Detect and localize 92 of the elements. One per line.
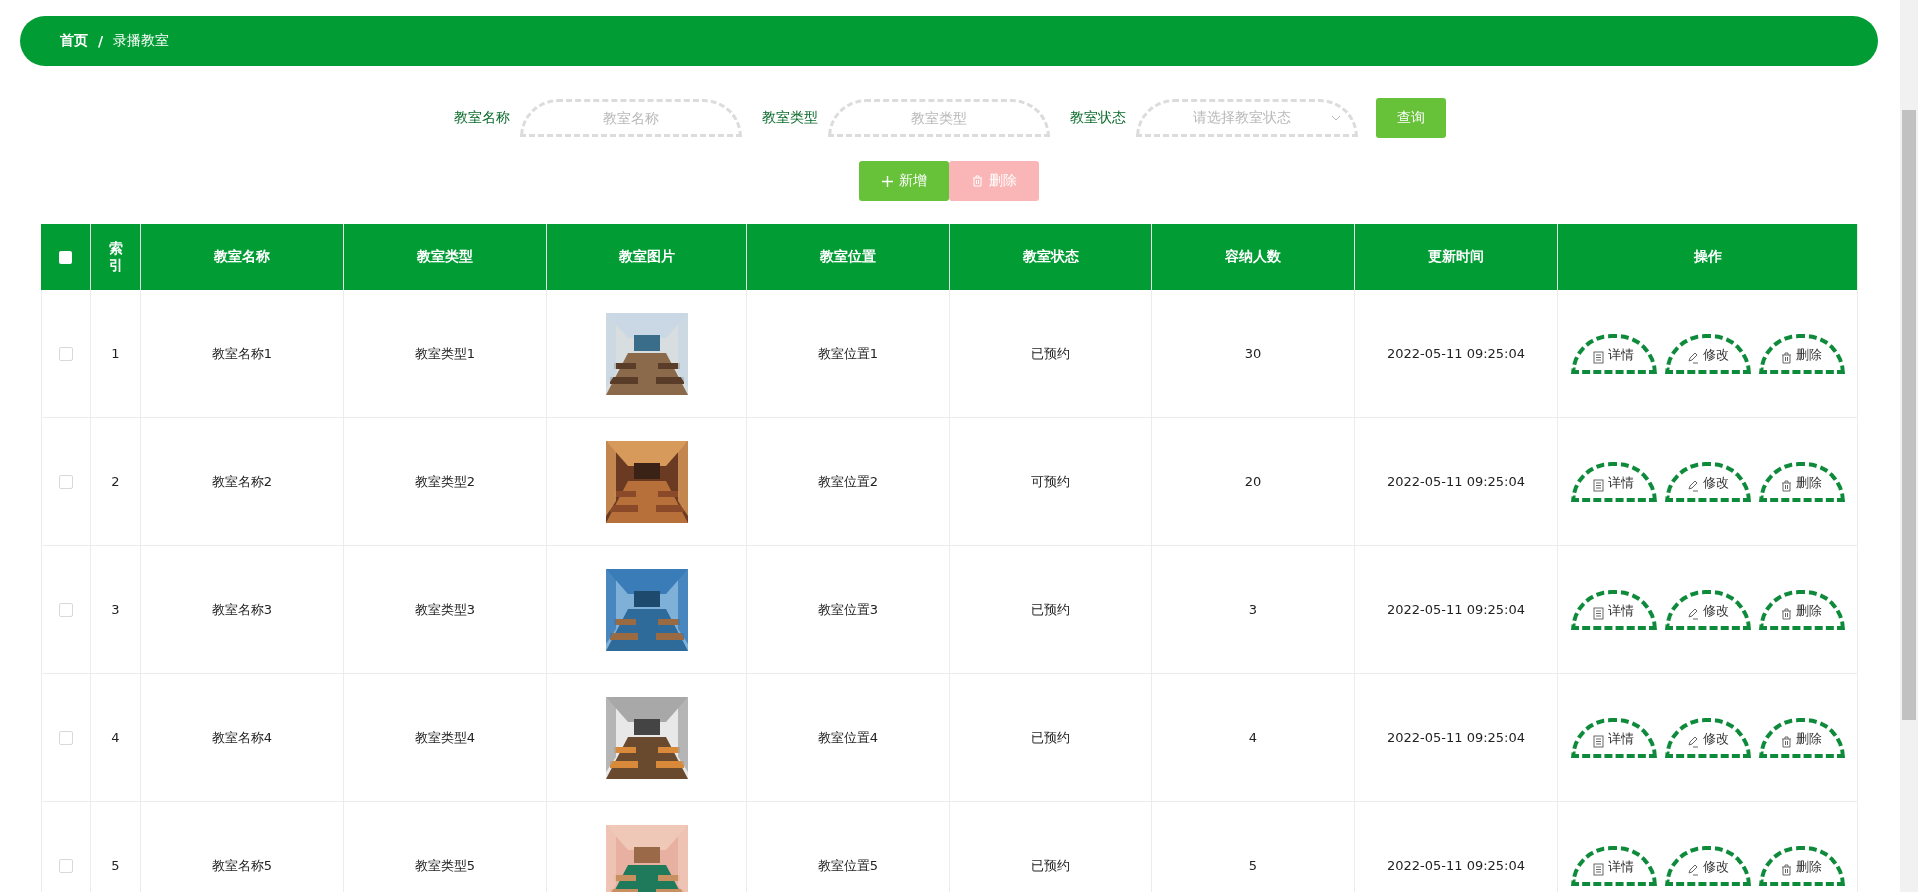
row-checkbox[interactable]	[59, 858, 73, 873]
field-label: 教室类型	[762, 109, 818, 127]
field-label: 教室名称	[454, 109, 510, 127]
trash-icon	[1781, 351, 1792, 364]
edit-button[interactable]: 修改	[1664, 461, 1751, 502]
table-cell: 30	[1244, 346, 1262, 361]
document-icon	[1593, 350, 1604, 364]
column-header: 教室状态	[950, 224, 1152, 290]
column-header: 索引	[108, 240, 123, 274]
detail-button[interactable]: 详情	[1570, 589, 1657, 630]
edit-button[interactable]: 修改	[1664, 333, 1751, 374]
column-header: 操作	[1558, 224, 1858, 290]
table-cell: 教室位置4	[817, 728, 879, 747]
pencil-icon	[1686, 734, 1699, 748]
table-cell: 教室位置1	[817, 344, 879, 363]
table-cell: 教室类型3	[414, 600, 476, 619]
table-cell: 2022-05-11 09:25:04	[1386, 346, 1526, 361]
column-header: 教室类型	[344, 224, 547, 290]
delete-button[interactable]: 删除	[1758, 333, 1845, 374]
table-cell: 教室类型2	[414, 472, 476, 491]
table-cell: 教室位置2	[817, 472, 879, 491]
table-cell: 已预约	[1031, 856, 1070, 875]
breadcrumb-separator: /	[98, 33, 104, 49]
trash-icon	[971, 175, 983, 187]
field-label: 教室状态	[1070, 109, 1126, 127]
table-cell: 4	[1248, 730, 1258, 745]
table-cell: 5	[111, 858, 120, 873]
table-cell: 已预约	[1031, 600, 1070, 619]
table-cell: 20	[1244, 474, 1262, 489]
row-checkbox[interactable]	[59, 602, 73, 617]
table-cell: 2022-05-11 09:25:04	[1386, 602, 1526, 617]
delete-button[interactable]: 删除	[1758, 717, 1845, 758]
detail-button[interactable]: 详情	[1570, 717, 1657, 758]
table-cell: 2	[111, 474, 120, 489]
table-cell: 4	[111, 730, 120, 745]
table-cell: 教室位置3	[817, 600, 879, 619]
edit-button[interactable]: 修改	[1664, 589, 1751, 630]
document-icon	[1593, 606, 1604, 620]
pencil-icon	[1686, 350, 1699, 364]
delete-button[interactable]: 删除	[1758, 845, 1845, 886]
table-cell: 教室名称1	[211, 344, 273, 363]
pencil-icon	[1686, 606, 1699, 620]
column-header: 教室名称	[141, 224, 344, 290]
table-cell: 已预约	[1031, 344, 1070, 363]
table-cell: 教室位置5	[817, 856, 879, 875]
trash-icon	[1781, 607, 1792, 620]
search-field[interactable]: 教室名称	[520, 99, 742, 137]
trash-icon	[1781, 479, 1792, 492]
table-cell: 1	[111, 346, 120, 361]
table-cell: 3	[1248, 602, 1258, 617]
table-cell: 2022-05-11 09:25:04	[1386, 858, 1526, 873]
edit-button[interactable]: 修改	[1664, 717, 1751, 758]
breadcrumb-item: 录播教室	[113, 32, 170, 50]
column-header: 容纳人数	[1152, 224, 1355, 290]
document-icon	[1593, 862, 1604, 876]
table-cell: 5	[1248, 858, 1258, 873]
chevron-down-icon	[1331, 115, 1341, 121]
pencil-icon	[1686, 862, 1699, 876]
table-cell: 已预约	[1031, 728, 1070, 747]
document-icon	[1593, 734, 1604, 748]
table-cell: 教室名称3	[211, 600, 273, 619]
column-header: 更新时间	[1355, 224, 1558, 290]
delete-button[interactable]: 删除	[1758, 589, 1845, 630]
table-cell: 可预约	[1031, 472, 1070, 491]
breadcrumb-item[interactable]: 首页	[60, 32, 88, 50]
row-checkbox[interactable]	[59, 474, 73, 489]
table-cell: 3	[111, 602, 120, 617]
delete-button[interactable]: 删除	[1758, 461, 1845, 502]
pencil-icon	[1686, 478, 1699, 492]
table-cell: 2022-05-11 09:25:04	[1386, 730, 1526, 745]
table-cell: 教室类型4	[414, 728, 476, 747]
trash-icon	[1781, 863, 1792, 876]
column-header: 教室位置	[747, 224, 950, 290]
edit-button[interactable]: 修改	[1664, 845, 1751, 886]
table-cell: 2022-05-11 09:25:04	[1386, 474, 1526, 489]
plus-icon	[881, 175, 893, 187]
table-cell: 教室名称5	[211, 856, 273, 875]
detail-button[interactable]: 详情	[1570, 461, 1657, 502]
trash-icon	[1781, 735, 1792, 748]
column-header: 教室图片	[547, 224, 747, 290]
search-field[interactable]: 教室类型	[828, 99, 1050, 137]
row-checkbox[interactable]	[59, 730, 73, 745]
table-cell: 教室名称2	[211, 472, 273, 491]
document-icon	[1593, 478, 1604, 492]
table-cell: 教室类型5	[414, 856, 476, 875]
detail-button[interactable]: 详情	[1570, 333, 1657, 374]
scrollbar[interactable]	[1900, 0, 1918, 892]
detail-button[interactable]: 详情	[1570, 845, 1657, 886]
row-checkbox[interactable]	[59, 346, 73, 361]
table-cell: 教室名称4	[211, 728, 273, 747]
select-all-checkbox[interactable]	[59, 250, 72, 264]
table-cell: 教室类型1	[414, 344, 476, 363]
